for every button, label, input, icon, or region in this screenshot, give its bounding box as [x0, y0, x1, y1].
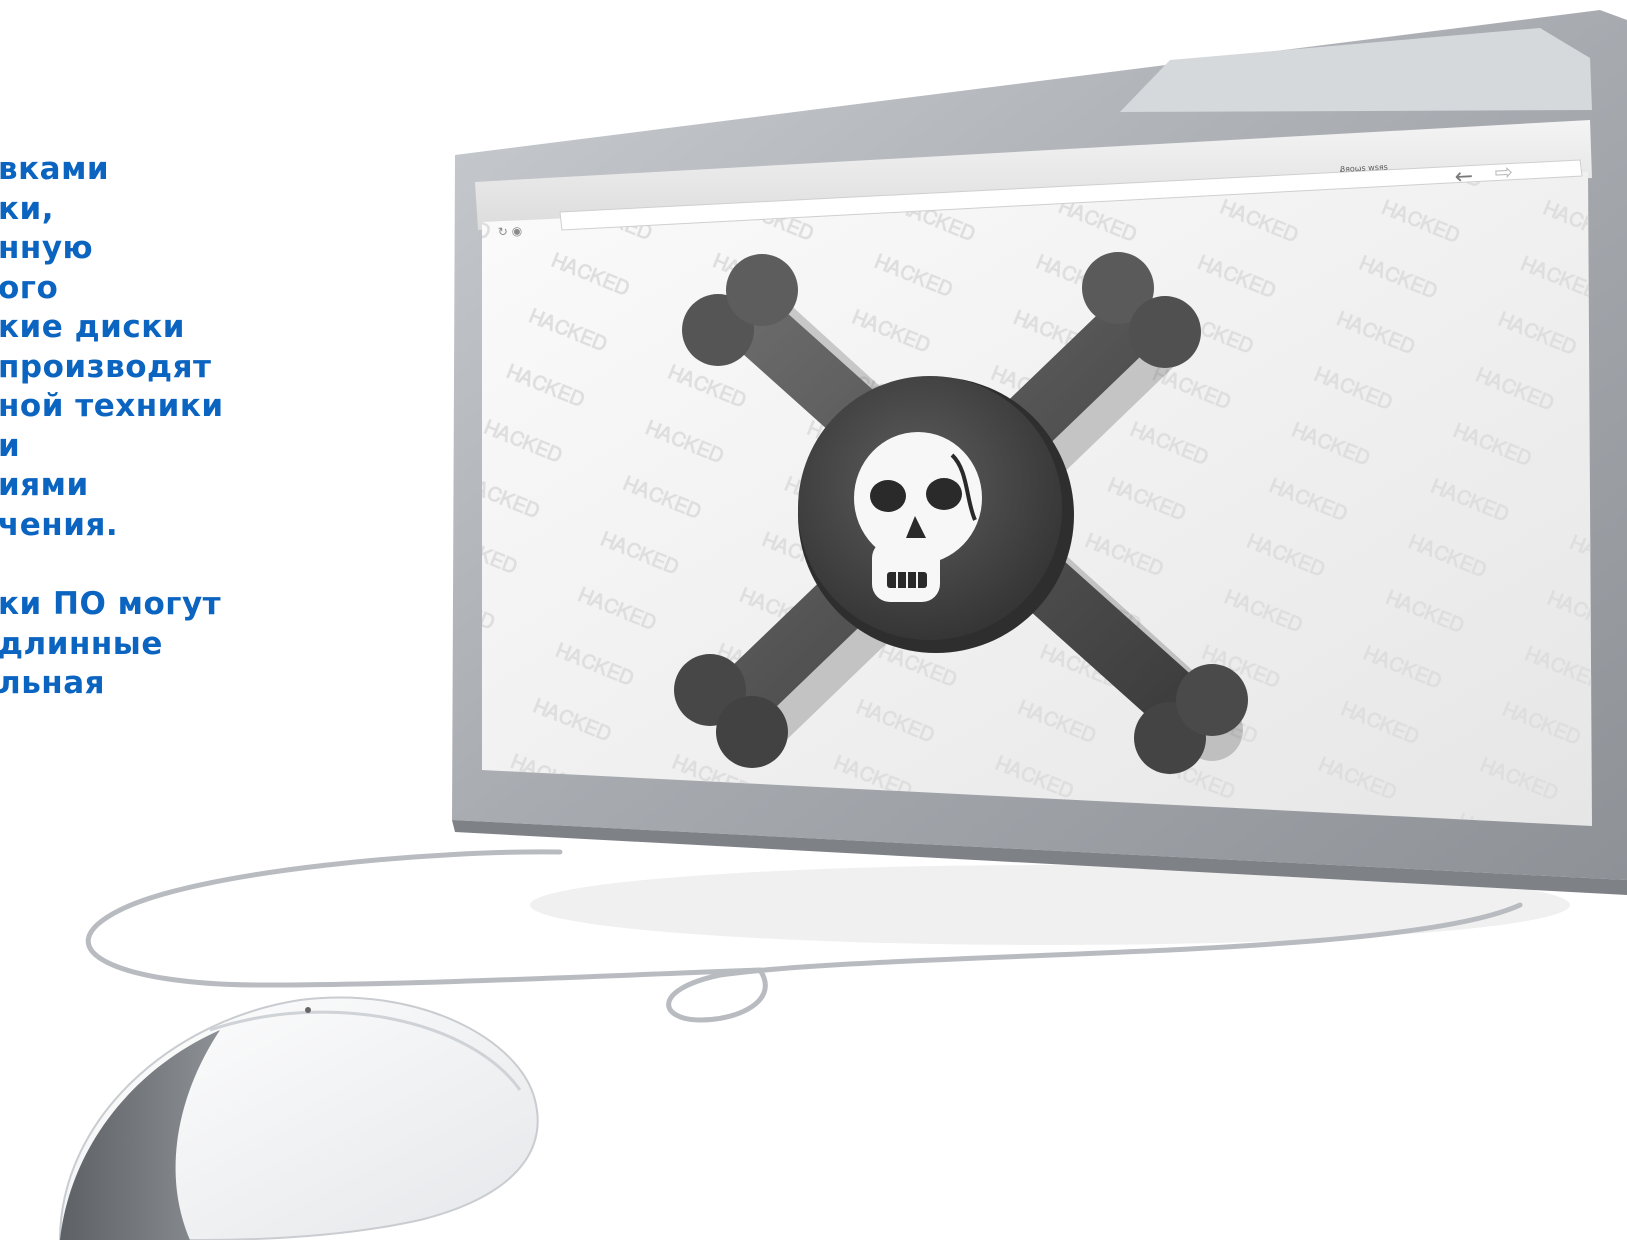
mouse-icon: [58, 996, 539, 1240]
forward-arrow-icon: ⇨: [1494, 160, 1514, 186]
reload-icon: ↻ ◉: [497, 224, 522, 239]
pirate-browser-illustration: ᎻᎪᏟᏦᎬᎠ Ᏸяоѡѕ ԝѕяѕ ↻ ◉ ← ⇨: [58, 10, 1627, 1240]
back-arrow-icon: ←: [1454, 164, 1474, 190]
